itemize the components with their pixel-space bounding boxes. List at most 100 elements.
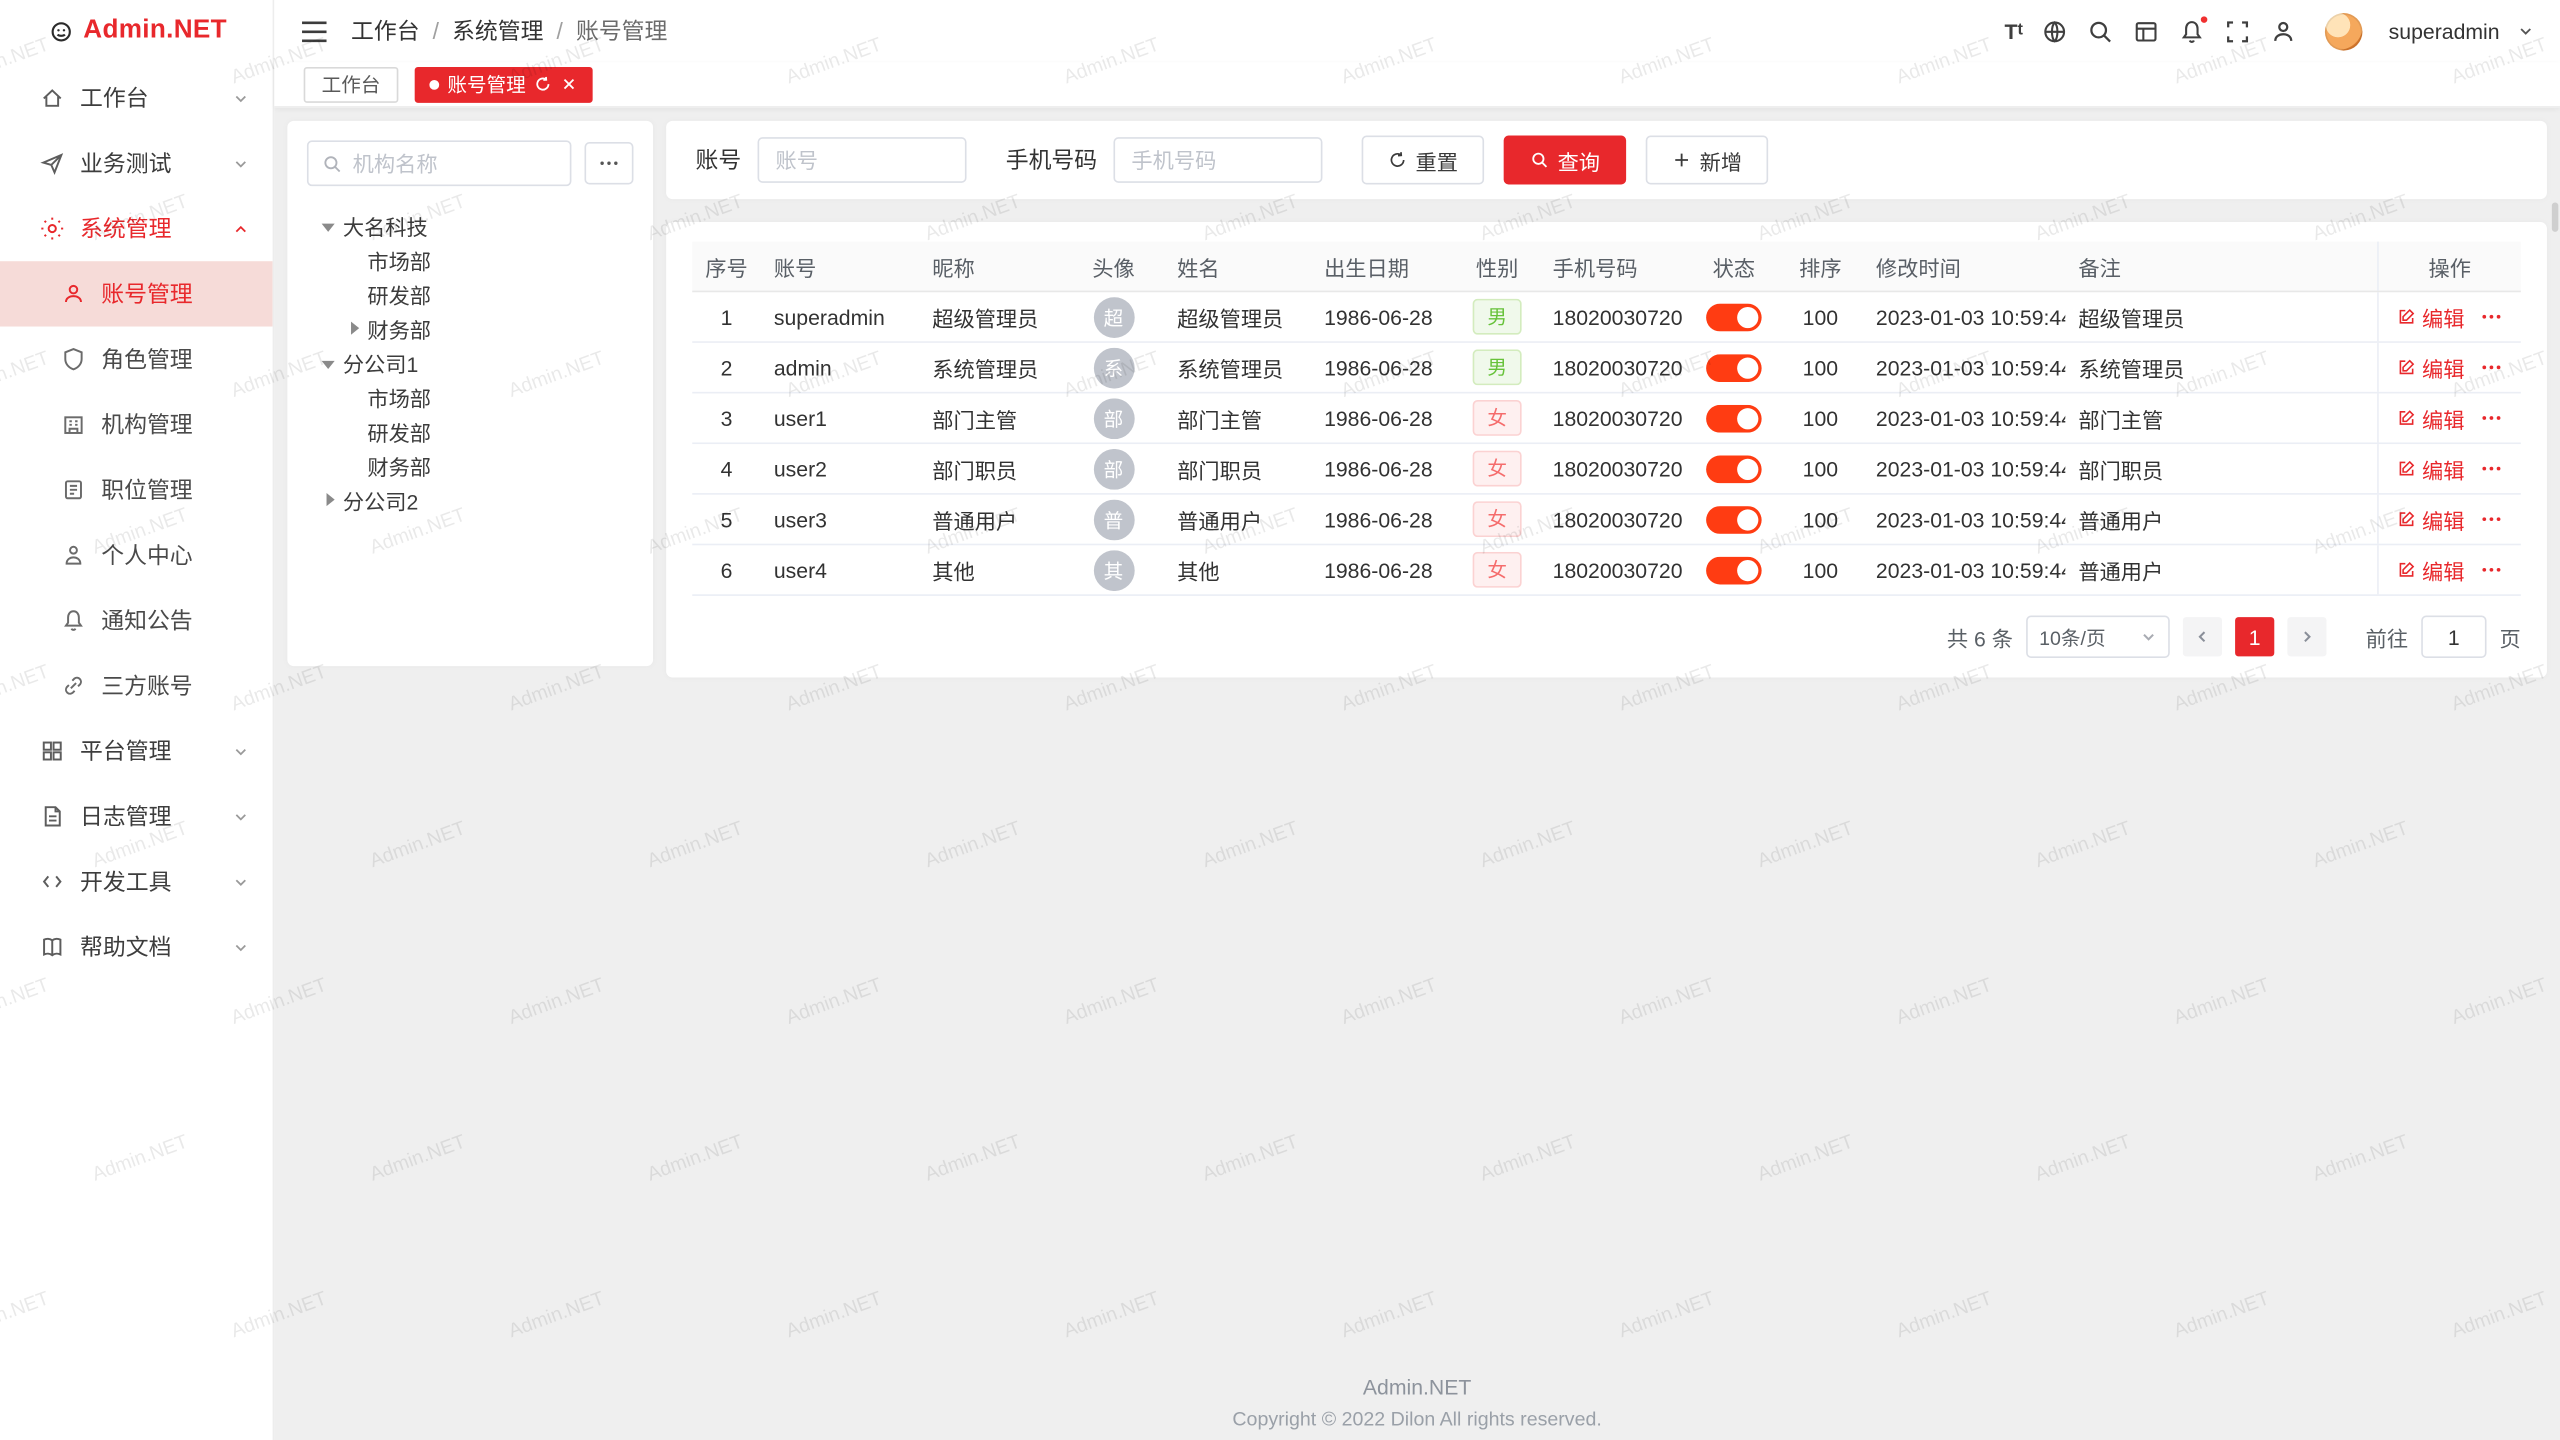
row-more-button[interactable]: [2479, 508, 2502, 531]
username[interactable]: superadmin: [2389, 19, 2500, 43]
chevron-down-icon: [232, 154, 250, 172]
avatar[interactable]: [2325, 12, 2363, 50]
sidebar-item-org-management[interactable]: 机构管理: [0, 392, 273, 457]
tree-node[interactable]: 研发部: [307, 415, 634, 449]
sidebar-item-notice[interactable]: 通知公告: [0, 588, 273, 653]
col-header: 姓名: [1164, 251, 1311, 282]
cell-account: user2: [761, 456, 919, 480]
file-icon: [39, 803, 65, 829]
phone-input[interactable]: [1113, 137, 1322, 183]
row-more-button[interactable]: [2479, 407, 2502, 430]
tree-node[interactable]: 财务部: [307, 312, 634, 346]
sidebar-item-third-party-account[interactable]: 三方账号: [0, 653, 273, 718]
status-toggle[interactable]: [1706, 505, 1762, 533]
org-more-button[interactable]: [584, 142, 633, 184]
close-icon[interactable]: [560, 75, 578, 93]
menu-collapse-icon[interactable]: [300, 19, 328, 43]
tree-caret-icon[interactable]: [320, 216, 340, 236]
page-number-button[interactable]: 1: [2235, 617, 2274, 656]
layout-config-icon[interactable]: [2132, 17, 2160, 45]
goto-page-input[interactable]: [2421, 616, 2486, 658]
sidebar-item-help-docs[interactable]: 帮助文档: [0, 914, 273, 979]
breadcrumb-item-workbench[interactable]: 工作台: [351, 15, 420, 48]
status-toggle[interactable]: [1706, 303, 1762, 331]
row-more-button[interactable]: [2479, 558, 2502, 581]
building-icon: [60, 411, 86, 437]
fullscreen-icon[interactable]: [2224, 17, 2252, 45]
search-button[interactable]: 查询: [1504, 136, 1626, 185]
bell-icon: [60, 607, 86, 633]
bell-icon[interactable]: [2178, 17, 2206, 45]
account-input[interactable]: [758, 137, 967, 183]
grid-icon: [39, 738, 65, 764]
sidebar-item-profile-center[interactable]: 个人中心: [0, 522, 273, 587]
status-toggle[interactable]: [1706, 556, 1762, 584]
cell-birthdate: 1986-06-28: [1311, 355, 1455, 379]
tree-caret-icon[interactable]: [344, 319, 364, 339]
filter-bar: 账号 手机号码 重置 查询 新增: [666, 121, 2547, 199]
tree-node[interactable]: 分公司1: [307, 346, 634, 380]
cell-phone: 18020030720: [1540, 558, 1690, 582]
tree-node[interactable]: 市场部: [307, 380, 634, 414]
status-toggle[interactable]: [1706, 353, 1762, 381]
sidebar-item-system[interactable]: 系统管理: [0, 196, 273, 261]
tab-workbench[interactable]: 工作台: [304, 66, 399, 102]
sidebar-item-logs[interactable]: 日志管理: [0, 784, 273, 849]
tree-caret-icon[interactable]: [344, 456, 364, 476]
sidebar-item-position-management[interactable]: 职位管理: [0, 457, 273, 522]
sidebar-item-platform[interactable]: 平台管理: [0, 718, 273, 783]
edit-button[interactable]: 编辑: [2398, 301, 2465, 332]
edit-button[interactable]: 编辑: [2398, 504, 2465, 535]
cell-sort: 100: [1778, 304, 1863, 328]
edit-button[interactable]: 编辑: [2398, 402, 2465, 433]
add-button[interactable]: 新增: [1646, 136, 1768, 185]
breadcrumb-item-system[interactable]: 系统管理: [452, 15, 543, 48]
tree-node[interactable]: 大名科技: [307, 209, 634, 243]
tree-caret-icon[interactable]: [344, 422, 364, 442]
search-icon[interactable]: [2087, 17, 2115, 45]
page-size-select[interactable]: 10条/页: [2026, 616, 2170, 658]
home-icon: [39, 85, 65, 111]
reset-button[interactable]: 重置: [1362, 136, 1484, 185]
row-more-button[interactable]: [2479, 305, 2502, 328]
tree-caret-icon[interactable]: [344, 251, 364, 271]
tree-caret-icon[interactable]: [320, 491, 340, 511]
active-dot: [429, 79, 439, 89]
next-page-button[interactable]: [2287, 617, 2326, 656]
tab-account-management[interactable]: 账号管理: [415, 66, 593, 102]
language-icon[interactable]: [2041, 17, 2069, 45]
sidebar-item-dev-tools[interactable]: 开发工具: [0, 849, 273, 914]
tree-caret-icon[interactable]: [320, 353, 340, 373]
chevron-left-icon: [2194, 629, 2210, 645]
org-search-box[interactable]: [307, 140, 571, 186]
sidebar-item-business-test[interactable]: 业务测试: [0, 131, 273, 196]
edit-button[interactable]: 编辑: [2398, 554, 2465, 585]
status-toggle[interactable]: [1706, 404, 1762, 432]
edit-icon: [2398, 509, 2418, 529]
status-toggle[interactable]: [1706, 455, 1762, 483]
org-search-input[interactable]: [353, 151, 557, 175]
sidebar-item-workbench[interactable]: 工作台: [0, 65, 273, 130]
tree-node[interactable]: 市场部: [307, 243, 634, 277]
logo[interactable]: Admin.NET: [0, 0, 273, 62]
gender-badge: 女: [1473, 552, 1522, 588]
tree-node[interactable]: 财务部: [307, 449, 634, 483]
tree-node[interactable]: 研发部: [307, 278, 634, 312]
prev-page-button[interactable]: [2183, 617, 2222, 656]
chevron-down-icon[interactable]: [2518, 23, 2534, 39]
font-size-icon[interactable]: Tt: [2005, 17, 2023, 45]
cell-account: user1: [761, 406, 919, 430]
row-more-button[interactable]: [2479, 457, 2502, 480]
row-more-button[interactable]: [2479, 356, 2502, 379]
refresh-icon[interactable]: [534, 75, 552, 93]
sidebar-item-role-management[interactable]: 角色管理: [0, 327, 273, 392]
edit-button[interactable]: 编辑: [2398, 453, 2465, 484]
cell-avatar: 部: [1063, 398, 1164, 439]
user-icon[interactable]: [2269, 17, 2297, 45]
scrollbar-thumb[interactable]: [2552, 202, 2559, 231]
tree-caret-icon[interactable]: [344, 285, 364, 305]
sidebar-item-account-management[interactable]: 账号管理: [0, 261, 273, 326]
tree-node[interactable]: 分公司2: [307, 483, 634, 517]
edit-button[interactable]: 编辑: [2398, 352, 2465, 383]
tree-caret-icon[interactable]: [344, 388, 364, 408]
